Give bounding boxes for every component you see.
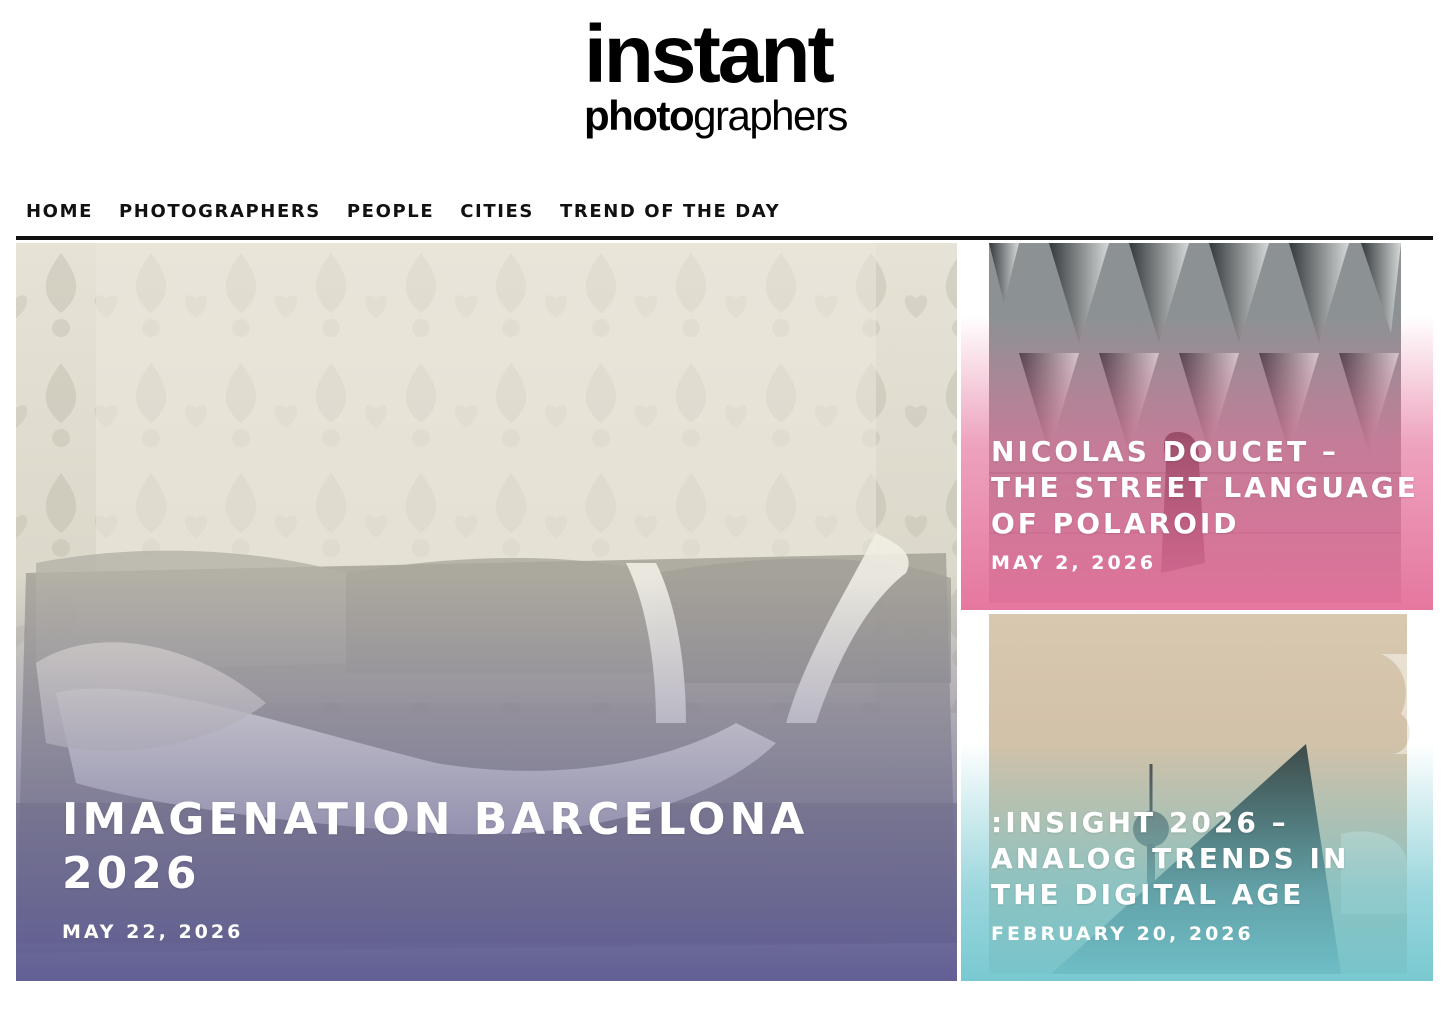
main-nav: HOME PHOTOGRAPHERS PEOPLE CITIES TREND O… <box>16 188 1433 240</box>
site-logo-area: instant photographers <box>0 0 1445 160</box>
logo-word-photographers: photographers <box>584 94 866 138</box>
nav-item-home[interactable]: HOME <box>26 193 93 231</box>
side-post-title-1[interactable]: NICOLAS DOUCET – THE STREET LANGUAGE OF … <box>991 434 1419 542</box>
logo-graphers-part: graphers <box>693 92 848 139</box>
side-post-text-2: :INSIGHT 2026 – ANALOG TRENDS IN THE DIG… <box>991 805 1419 945</box>
logo-photo-part: photo <box>584 92 695 139</box>
nav-item-trend-of-the-day[interactable]: TREND OF THE DAY <box>560 193 780 231</box>
side-post-card-1[interactable]: NICOLAS DOUCET – THE STREET LANGUAGE OF … <box>961 243 1433 610</box>
featured-post-date: MAY 22, 2026 <box>62 921 244 943</box>
nav-item-photographers[interactable]: PHOTOGRAPHERS <box>119 193 321 231</box>
site-logo[interactable]: instant photographers <box>584 14 866 138</box>
side-post-card-2[interactable]: :INSIGHT 2026 – ANALOG TRENDS IN THE DIG… <box>961 614 1433 981</box>
side-post-date-2: FEBRUARY 20, 2026 <box>991 923 1254 945</box>
featured-post-text: IMAGENATION BARCELONA 2026 MAY 22, 2026 <box>62 793 933 943</box>
nav-item-cities[interactable]: CITIES <box>460 193 534 231</box>
logo-word-instant: instant <box>584 9 835 100</box>
nav-item-people[interactable]: PEOPLE <box>347 193 434 231</box>
featured-post-title[interactable]: IMAGENATION BARCELONA 2026 <box>62 793 933 901</box>
side-post-title-2[interactable]: :INSIGHT 2026 – ANALOG TRENDS IN THE DIG… <box>991 805 1419 913</box>
side-post-text-1: NICOLAS DOUCET – THE STREET LANGUAGE OF … <box>991 434 1419 574</box>
featured-post-card[interactable]: IMAGENATION BARCELONA 2026 MAY 22, 2026 <box>16 243 957 981</box>
side-post-date-1: MAY 2, 2026 <box>991 552 1157 574</box>
